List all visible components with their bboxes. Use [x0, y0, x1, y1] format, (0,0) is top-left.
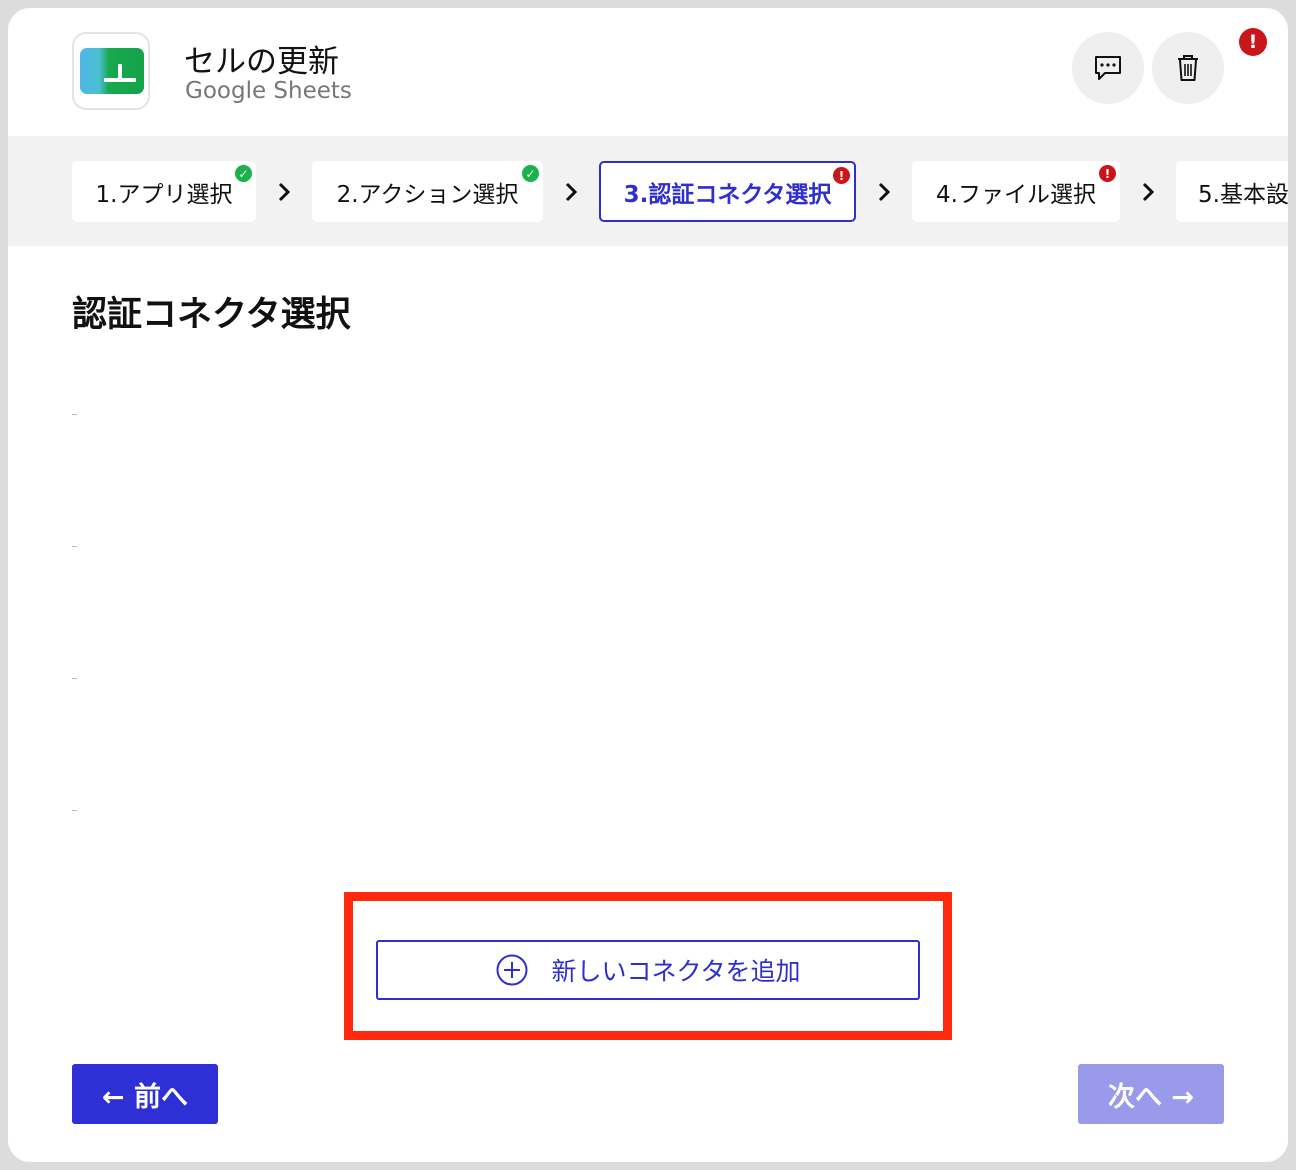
- check-icon: ✓: [522, 165, 539, 182]
- alert-badge: !: [1239, 28, 1267, 56]
- step-editor-card: セルの更新 Google Sheets ! 1.アプリ選択 ✓ 2.アクション選…: [8, 8, 1288, 1162]
- chevron-right-icon: [278, 182, 291, 202]
- step-label: 2.アクション選択: [336, 181, 519, 208]
- plus-circle-icon: [496, 954, 528, 986]
- app-name: Google Sheets: [185, 78, 352, 104]
- step-connector-select[interactable]: 3.認証コネクタ選択 !: [599, 161, 856, 222]
- next-button[interactable]: 次へ →: [1078, 1064, 1224, 1124]
- add-connector-button[interactable]: 新しいコネクタを追加: [376, 940, 920, 1000]
- step-label: 1.アプリ選択: [95, 181, 233, 208]
- comment-button[interactable]: [1072, 32, 1144, 104]
- chevron-right-icon: [878, 182, 891, 202]
- steps-bar: 1.アプリ選択 ✓ 2.アクション選択 ✓ 3.認証コネクタ選択 ! 4.ファイ…: [8, 136, 1288, 246]
- sheet-cross-mark: [104, 64, 136, 82]
- step-action-select[interactable]: 2.アクション選択 ✓: [312, 161, 543, 222]
- chevron-right-icon: [1142, 182, 1155, 202]
- error-icon: !: [833, 167, 850, 184]
- loading-placeholder: [72, 678, 77, 679]
- step-basic-settings[interactable]: 5.基本設: [1176, 161, 1288, 222]
- prev-button[interactable]: ← 前へ: [72, 1064, 218, 1124]
- chevron-right-icon: [565, 182, 578, 202]
- comment-dots-icon: [1095, 56, 1121, 80]
- step-file-select[interactable]: 4.ファイル選択 !: [912, 161, 1120, 222]
- check-icon: ✓: [235, 165, 252, 182]
- delete-button[interactable]: [1152, 32, 1224, 104]
- google-sheets-app-icon: [72, 32, 150, 110]
- step-label: 5.基本設: [1198, 181, 1288, 208]
- section-title: 認証コネクタ選択: [72, 295, 351, 335]
- step-label: 4.ファイル選択: [936, 181, 1096, 208]
- step-app-select[interactable]: 1.アプリ選択 ✓: [72, 161, 256, 222]
- trash-icon: [1178, 55, 1198, 81]
- step-label: 3.認証コネクタ選択: [623, 181, 832, 208]
- loading-placeholder: [72, 810, 77, 811]
- action-title: セルの更新: [184, 44, 339, 80]
- error-icon: !: [1099, 165, 1116, 182]
- loading-placeholder: [72, 546, 77, 547]
- loading-placeholder: [72, 414, 77, 415]
- add-connector-label: 新しいコネクタを追加: [551, 957, 801, 986]
